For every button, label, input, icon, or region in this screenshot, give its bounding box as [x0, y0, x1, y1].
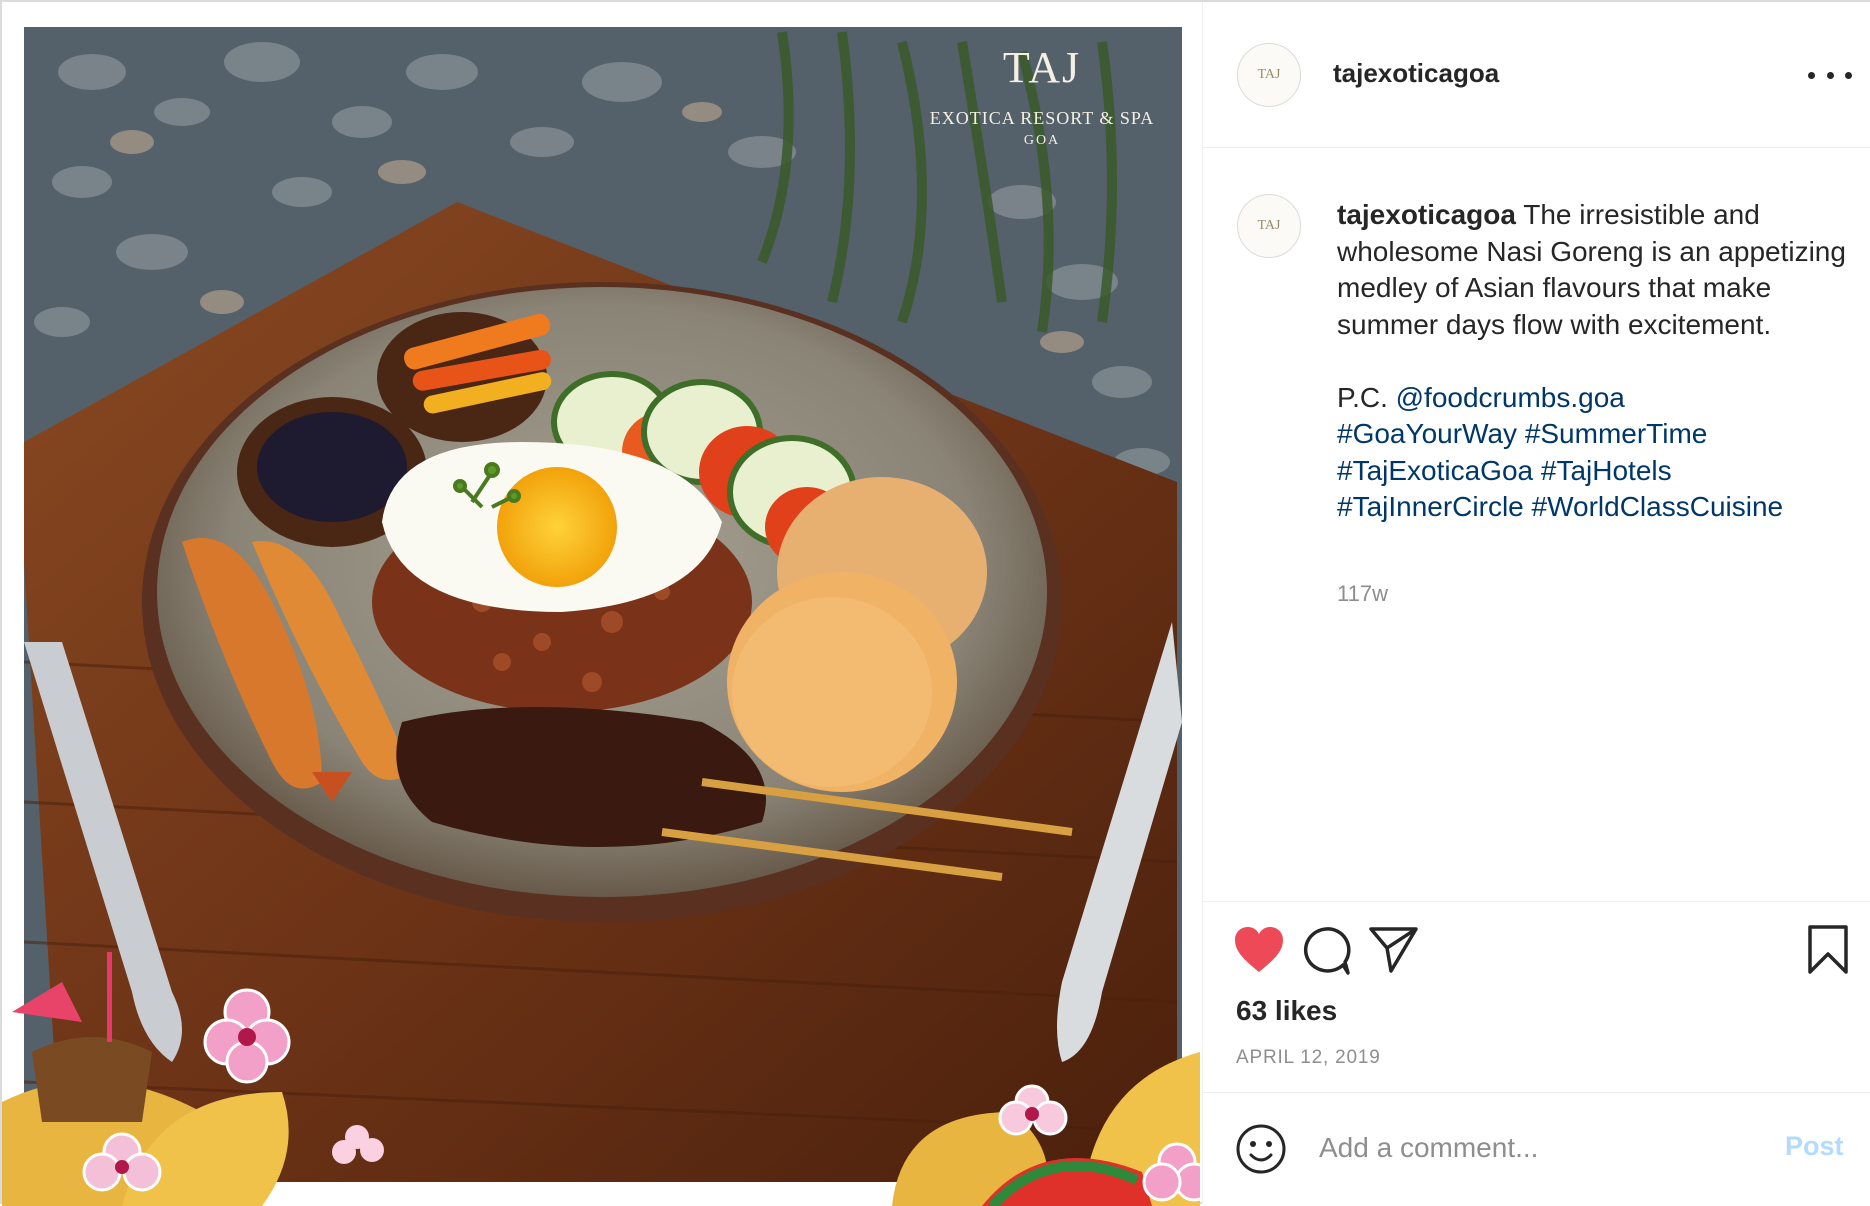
hashtag-link[interactable]: #SummerTime	[1525, 418, 1708, 449]
photo-credit-label: P.C.	[1337, 381, 1396, 413]
add-comment-bar: Post	[1203, 1092, 1870, 1204]
caption-age[interactable]: 117w	[1337, 581, 1388, 607]
instagram-post: TAJ EXOTICA RESORT & SPA GOA TAJ tajexot…	[0, 0, 1870, 1206]
hashtag-link[interactable]: #WorldClassCuisine	[1532, 491, 1784, 522]
caption-text: tajexoticagoa The irresistible and whole…	[1337, 197, 1847, 526]
more-dot-icon	[1845, 71, 1852, 79]
brand-logo-name: TAJ	[1002, 43, 1082, 92]
more-dot-icon	[1808, 71, 1815, 79]
more-options-button[interactable]	[1808, 58, 1852, 92]
save-button[interactable]	[1807, 924, 1849, 981]
post-actions: 63 likes APRIL 12, 2019	[1203, 901, 1870, 1091]
hashtag-link[interactable]: #TajExoticaGoa	[1337, 455, 1533, 486]
brand-logo-city: GOA	[1023, 133, 1061, 148]
paper-plane-icon	[1369, 927, 1418, 973]
brand-logo-watermark: TAJ EXOTICA RESORT & SPA GOA	[882, 44, 1200, 149]
comment-input[interactable]	[1319, 1123, 1749, 1173]
caption-section: TAJ tajexoticagoa The irresistible and w…	[1203, 149, 1870, 899]
header-username-link[interactable]: tajexoticagoa	[1333, 58, 1499, 89]
hashtag-link[interactable]: #GoaYourWay	[1337, 418, 1517, 449]
share-button[interactable]	[1369, 926, 1419, 979]
avatar-logo-text: TAJ	[1257, 67, 1281, 82]
comment-bubble-icon	[1303, 927, 1351, 975]
smiley-icon	[1236, 1124, 1286, 1174]
likes-count[interactable]: 63 likes	[1236, 995, 1337, 1027]
emoji-button[interactable]	[1235, 1123, 1287, 1180]
post-comment-button[interactable]: Post	[1785, 1131, 1844, 1162]
hashtag-link[interactable]: #TajHotels	[1541, 455, 1672, 486]
brand-logo-line: EXOTICA RESORT & SPA	[929, 108, 1155, 128]
post-side-panel: TAJ tajexoticagoa TAJ tajexoticagoa The …	[1202, 2, 1870, 1204]
caption-username-link[interactable]: tajexoticagoa	[1337, 199, 1516, 230]
heart-icon	[1235, 927, 1283, 972]
food-photo-illustration	[2, 27, 1200, 1206]
post-photo[interactable]: TAJ EXOTICA RESORT & SPA GOA	[2, 2, 1200, 1206]
profile-avatar[interactable]: TAJ	[1237, 43, 1301, 107]
post-date[interactable]: APRIL 12, 2019	[1236, 1047, 1381, 1069]
more-dot-icon	[1826, 71, 1834, 79]
avatar-logo-text: TAJ	[1257, 218, 1281, 233]
like-button[interactable]	[1233, 926, 1285, 979]
caption-avatar[interactable]: TAJ	[1237, 194, 1301, 258]
hashtag-link[interactable]: #TajInnerCircle	[1337, 491, 1524, 522]
post-header: TAJ tajexoticagoa	[1203, 2, 1870, 148]
comment-button[interactable]	[1301, 926, 1351, 981]
bookmark-icon	[1808, 925, 1848, 974]
mention-link[interactable]: @foodcrumbs.goa	[1396, 382, 1625, 413]
